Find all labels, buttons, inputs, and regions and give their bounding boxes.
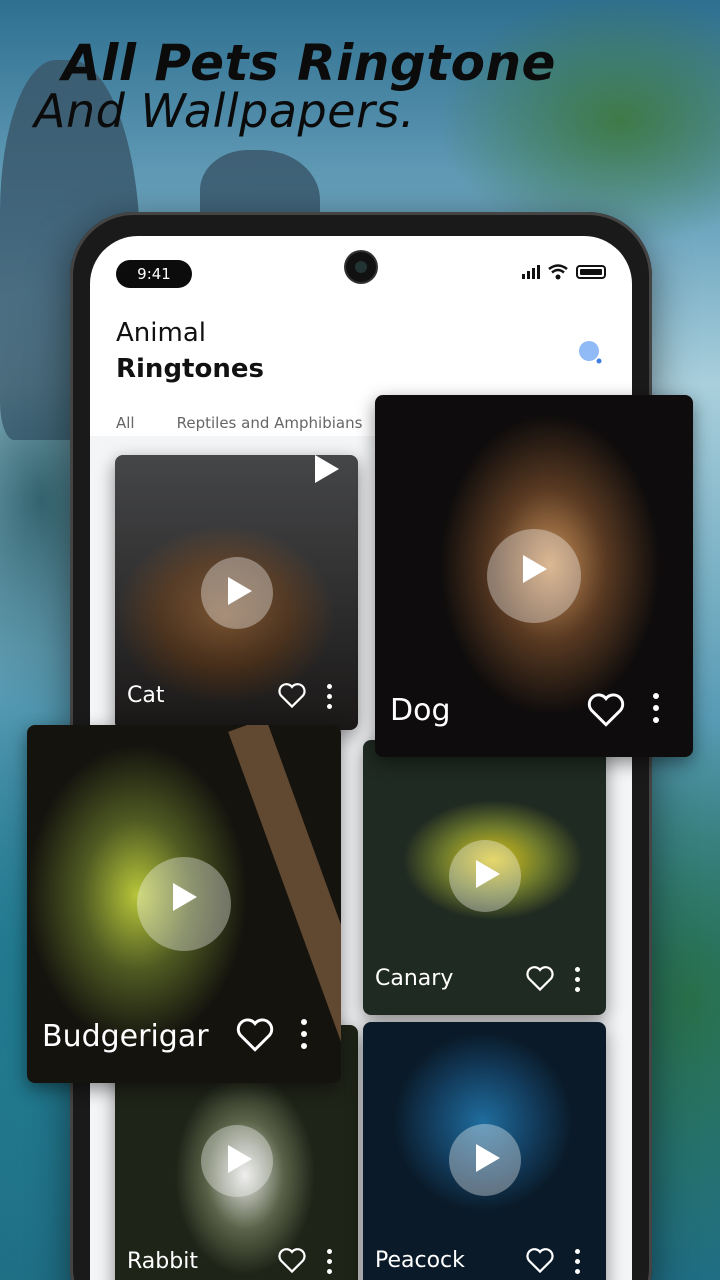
status-time: 9:41 xyxy=(116,260,192,288)
battery-icon xyxy=(576,265,606,279)
front-camera xyxy=(346,252,376,282)
more-vert-icon[interactable] xyxy=(575,967,581,997)
play-button[interactable] xyxy=(449,840,521,912)
more-vert-icon[interactable] xyxy=(653,693,659,729)
category-tabs: All Reptiles and Amphibians xyxy=(116,414,362,432)
tab-reptiles-amphibians[interactable]: Reptiles and Amphibians xyxy=(177,414,363,432)
ringtone-card-peacock[interactable]: Peacock xyxy=(363,1022,606,1280)
play-button[interactable] xyxy=(449,1124,521,1196)
card-title: Canary xyxy=(375,966,454,991)
heart-outline-icon[interactable] xyxy=(525,1247,555,1274)
search-icon[interactable] xyxy=(578,340,604,366)
signal-icon xyxy=(522,265,540,279)
card-title: Rabbit xyxy=(127,1249,198,1274)
play-button[interactable] xyxy=(487,529,581,623)
ringtone-card-canary[interactable]: Canary xyxy=(363,740,606,1015)
ringtone-card-budgerigar[interactable]: Budgerigar xyxy=(27,725,341,1083)
heart-outline-icon[interactable] xyxy=(586,692,626,728)
more-vert-icon[interactable] xyxy=(301,1019,307,1055)
ringtone-card-dog[interactable]: Dog xyxy=(375,395,693,757)
play-button[interactable] xyxy=(201,1125,273,1197)
tab-all[interactable]: All xyxy=(116,414,135,432)
ringtone-card-cat[interactable]: Cat xyxy=(115,455,358,730)
headline-line-2: And Wallpapers. xyxy=(34,84,416,138)
more-vert-icon[interactable] xyxy=(327,684,333,714)
branch-image xyxy=(228,725,341,1042)
card-title: Dog xyxy=(390,693,451,728)
heart-outline-icon[interactable] xyxy=(525,965,555,992)
play-button[interactable] xyxy=(137,857,231,951)
play-button[interactable] xyxy=(201,557,273,629)
card-title: Peacock xyxy=(375,1248,465,1273)
page-title: Ringtones xyxy=(116,354,264,384)
card-title: Budgerigar xyxy=(42,1019,209,1054)
card-title: Cat xyxy=(127,683,165,708)
wifi-icon xyxy=(548,264,568,280)
heart-outline-icon[interactable] xyxy=(277,682,307,709)
more-vert-icon[interactable] xyxy=(327,1249,333,1279)
status-icons xyxy=(522,264,606,280)
more-vert-icon[interactable] xyxy=(575,1249,581,1279)
heart-outline-icon[interactable] xyxy=(235,1017,275,1053)
heart-outline-icon[interactable] xyxy=(277,1247,307,1274)
page-title-top: Animal xyxy=(116,318,206,348)
